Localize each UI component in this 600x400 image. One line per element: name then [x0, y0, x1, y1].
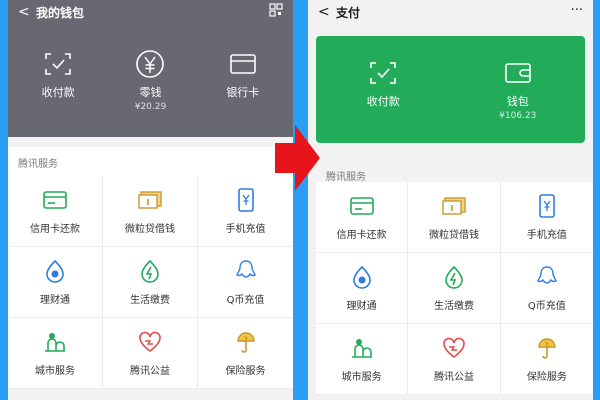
city-icon: [42, 330, 68, 354]
services-grid: 信用卡还款 微粒贷借钱 手机充值 理财通 生活缴费 Q币充值 城市服务 腾讯公益…: [8, 176, 293, 389]
page-title: 我的钱包: [36, 5, 85, 20]
qcoin-icon: [233, 259, 259, 283]
service-city[interactable]: 城市服务: [8, 318, 103, 389]
wallet-header: 收付款 零钱 ¥20.29 银行卡: [8, 24, 293, 137]
change-balance: ¥20.29: [134, 101, 167, 112]
service-insurance[interactable]: 保险服务: [198, 318, 293, 389]
wealth-icon: [42, 259, 68, 283]
loan-icon: [137, 188, 163, 212]
service-qcoin[interactable]: Q币充值: [500, 253, 593, 324]
loan-icon: [441, 194, 467, 218]
more-icon[interactable]: ···: [571, 3, 583, 18]
service-utilities[interactable]: 生活缴费: [103, 247, 198, 318]
service-phone-recharge[interactable]: 手机充值: [500, 182, 593, 253]
service-wealth[interactable]: 理财通: [8, 247, 103, 318]
change-balance-button[interactable]: 零钱 ¥20.29: [110, 49, 190, 113]
service-qcoin[interactable]: Q币充值: [198, 247, 293, 318]
credit-card-icon: [349, 194, 375, 218]
yuan-icon: [135, 49, 165, 79]
city-icon: [349, 336, 375, 360]
credit-card-icon: [42, 188, 68, 212]
service-charity[interactable]: 腾讯公益: [103, 318, 198, 389]
service-credit-card[interactable]: 信用卡还款: [8, 176, 103, 247]
receive-pay-label: 收付款: [41, 85, 75, 99]
back-icon[interactable]: <: [318, 4, 336, 20]
insurance-icon: [233, 330, 259, 354]
service-loan[interactable]: 微粒贷借钱: [103, 176, 198, 247]
service-insurance[interactable]: 保险服务: [500, 324, 593, 395]
utility-icon: [137, 259, 163, 283]
qcoin-icon: [534, 265, 560, 289]
charity-icon: [137, 330, 163, 354]
service-loan[interactable]: 微粒贷借钱: [408, 182, 501, 253]
bank-card-button[interactable]: 银行卡: [203, 49, 283, 113]
scan-icon: [368, 58, 398, 88]
service-utilities[interactable]: 生活缴费: [408, 253, 501, 324]
phone-icon: [233, 187, 259, 212]
wallet-balance: ¥106.23: [499, 110, 537, 121]
service-wealth[interactable]: 理财通: [316, 253, 409, 324]
receive-pay-button[interactable]: 收付款: [18, 49, 98, 113]
utility-icon: [441, 265, 467, 289]
service-charity[interactable]: 腾讯公益: [408, 324, 501, 395]
phone-icon: [534, 193, 560, 218]
right-pay-screen: < 支付 ··· 收付款 钱包 ¥106.23 腾讯服务 信用卡还款 微粒贷借钱: [308, 0, 593, 400]
charity-icon: [441, 336, 467, 360]
left-top-bar: < 我的钱包: [8, 0, 293, 24]
bank-card-label: 银行卡: [226, 85, 260, 99]
scan-icon: [43, 49, 73, 79]
change-label: 零钱: [139, 85, 162, 99]
receive-pay-label: 收付款: [366, 94, 400, 108]
page-title: 支付: [336, 5, 361, 20]
pay-header: 收付款 钱包 ¥106.23: [316, 36, 585, 143]
services-grid: 信用卡还款 微粒贷借钱 手机充值 理财通 生活缴费 Q币充值 城市服务 腾讯公益…: [316, 182, 593, 395]
service-credit-card[interactable]: 信用卡还款: [316, 182, 409, 253]
back-icon[interactable]: <: [18, 4, 36, 20]
section-title: 腾讯服务: [8, 147, 293, 176]
right-top-bar: < 支付 ···: [308, 0, 593, 24]
wealth-icon: [349, 265, 375, 289]
service-city[interactable]: 城市服务: [316, 324, 409, 395]
insurance-icon: [534, 336, 560, 360]
bank-card-icon: [228, 49, 258, 79]
receive-pay-button[interactable]: 收付款: [343, 58, 423, 122]
left-wallet-screen: < 我的钱包 收付款 零钱 ¥20.29 银行卡 腾讯服务 信用卡还款 微粒贷借…: [8, 0, 293, 400]
wallet-icon: [503, 58, 533, 88]
grid-menu-icon[interactable]: [269, 3, 283, 21]
wallet-label: 钱包: [506, 94, 529, 108]
wallet-button[interactable]: 钱包 ¥106.23: [478, 58, 558, 122]
transition-arrow-icon: [275, 125, 320, 191]
